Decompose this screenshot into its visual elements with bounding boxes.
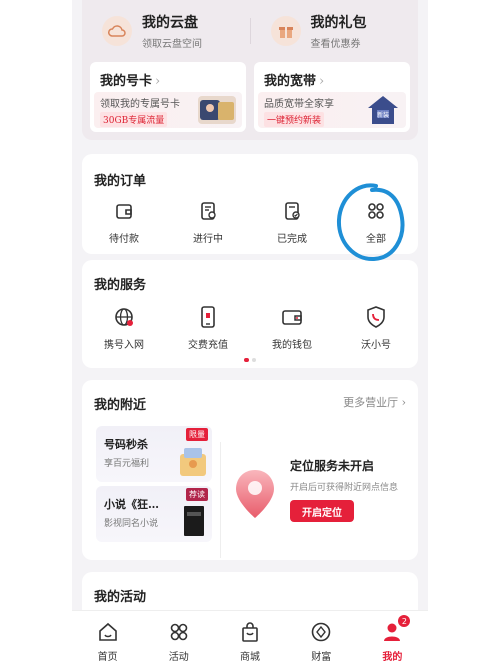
- broadband-title: 我的宽带 ›: [264, 74, 325, 89]
- activity-title: 我的活动: [94, 590, 147, 605]
- broadband-card[interactable]: 我的宽带 › 品质宽带全家享 一键预约新装 新装: [254, 62, 410, 132]
- wallet-icon: [279, 304, 305, 330]
- phone-pay-icon: [195, 304, 221, 330]
- simcard-card[interactable]: 我的号卡 › 领取我的专属号卡 30GB专属流量: [90, 62, 246, 132]
- chevron-right-icon: ›: [401, 396, 406, 409]
- services-grid: 携号入网 交费充值 我的钱包 沃小号: [82, 304, 418, 351]
- bottom-tab-bar: 首页 活动 商城 财富 2 我的: [72, 610, 428, 666]
- check-doc-icon: [279, 198, 305, 224]
- service-number-porting-label: 携号入网: [104, 340, 144, 351]
- chevron-right-icon: ›: [319, 74, 325, 89]
- bag-icon: [239, 621, 261, 643]
- location-title: 定位服务未开启: [290, 459, 375, 473]
- promo1-subtitle: 享百元福利: [104, 459, 150, 469]
- more-stores-link[interactable]: 更多营业厅 ›: [343, 394, 406, 410]
- dot: [252, 358, 256, 362]
- order-pending[interactable]: 待付款: [82, 198, 166, 245]
- service-wallet[interactable]: 我的钱包: [250, 304, 334, 351]
- tab-mall[interactable]: 商城: [214, 611, 285, 666]
- services-card: 我的服务 携号入网 交费充值 我的钱包 沃小号: [82, 260, 418, 368]
- order-completed-label: 已完成: [277, 234, 307, 245]
- gift-icon: [270, 16, 301, 46]
- gift-title: 我的礼包: [310, 15, 367, 31]
- broadband-desc: 品质宽带全家享: [264, 99, 334, 110]
- simcard-tag: 30GB专属流量: [100, 112, 168, 127]
- order-pending-label: 待付款: [109, 234, 139, 245]
- tab-activity-label: 活动: [168, 652, 189, 663]
- tab-mine[interactable]: 2 我的: [357, 611, 428, 666]
- service-recharge[interactable]: 交费充值: [166, 304, 250, 351]
- broadband-tag: 一键预约新装: [264, 112, 325, 127]
- tab-mine-label: 我的: [382, 652, 403, 663]
- order-in-progress-label: 进行中: [193, 234, 223, 245]
- chevron-right-icon: ›: [155, 74, 161, 89]
- my-cloud-entry[interactable]: 我的云盘 领取云盘空间: [82, 6, 250, 56]
- service-number-porting[interactable]: 携号入网: [82, 304, 166, 351]
- top-row: 我的云盘 领取云盘空间 我的礼包 查看优惠券: [82, 6, 418, 56]
- order-completed[interactable]: 已完成: [250, 198, 334, 245]
- tab-wealth[interactable]: 财富: [286, 611, 357, 666]
- divider: [220, 442, 221, 558]
- dot-active: [244, 358, 249, 362]
- promo2-subtitle: 影视同名小说: [104, 519, 159, 529]
- wallet-icon: [111, 198, 137, 224]
- tab-mall-label: 商城: [240, 652, 260, 663]
- enable-location-button[interactable]: 开启定位: [290, 500, 354, 522]
- promo2-title: 小说《狂…: [104, 498, 159, 511]
- cloud-subtitle: 领取云盘空间: [142, 39, 202, 50]
- nearby-card: 我的附近 更多营业厅 › 号码秒杀 享百元福利 限量 小说《狂… 影视同名小说 …: [82, 380, 418, 560]
- notification-badge: 2: [398, 615, 411, 627]
- service-wo-xiaohao-label: 沃小号: [361, 340, 391, 351]
- simcard-image: [198, 96, 236, 124]
- broadband-strip: 品质宽带全家享 一键预约新装 新装: [258, 92, 406, 128]
- grid-icon: [168, 621, 190, 643]
- simcard-strip: 领取我的专属号卡 30GB专属流量: [94, 92, 242, 128]
- gift-subtitle: 查看优惠券: [310, 39, 361, 50]
- tab-home[interactable]: 首页: [72, 611, 143, 666]
- page-dots: [82, 358, 418, 362]
- promo1-image: [178, 444, 208, 478]
- clock-doc-icon: [195, 198, 221, 224]
- promo2-badge: 荐读: [186, 488, 208, 501]
- globe-icon: [111, 304, 137, 330]
- service-wo-xiaohao[interactable]: 沃小号: [334, 304, 418, 351]
- phone-screen: 我的云盘 领取云盘空间 我的礼包 查看优惠券 我的号卡 › 领取我的专属号卡 3…: [72, 0, 428, 666]
- service-wallet-label: 我的钱包: [272, 340, 312, 351]
- nearby-title: 我的附近: [94, 398, 147, 413]
- top-section: 我的云盘 领取云盘空间 我的礼包 查看优惠券 我的号卡 › 领取我的专属号卡 3…: [82, 0, 418, 140]
- order-in-progress[interactable]: 进行中: [166, 198, 250, 245]
- service-recharge-label: 交费充值: [188, 340, 228, 351]
- cloud-icon: [102, 16, 132, 46]
- shield-phone-icon: [363, 304, 389, 330]
- orders-title: 我的订单: [94, 174, 147, 189]
- simcard-title: 我的号卡 ›: [100, 74, 161, 89]
- location-pin-icon: [232, 468, 278, 522]
- promo-novel[interactable]: 小说《狂… 影视同名小说 荐读: [96, 486, 212, 542]
- tab-activity[interactable]: 活动: [143, 611, 214, 666]
- promo1-badge: 限量: [186, 428, 208, 441]
- promo2-image: [178, 504, 208, 538]
- simcard-desc: 领取我的专属号卡: [100, 99, 180, 110]
- promo-number-flash-sale[interactable]: 号码秒杀 享百元福利 限量: [96, 426, 212, 482]
- tab-wealth-label: 财富: [311, 652, 332, 663]
- annotation-circle: [336, 183, 405, 262]
- home-icon: [97, 621, 119, 643]
- promo1-title: 号码秒杀: [104, 438, 148, 451]
- location-subtitle: 开启后可获得附近网点信息: [290, 483, 399, 493]
- services-title: 我的服务: [94, 278, 147, 293]
- coin-icon: [310, 621, 332, 643]
- tab-home-label: 首页: [97, 652, 118, 663]
- cloud-title: 我的云盘: [142, 15, 198, 31]
- house-label: 新装: [377, 111, 389, 119]
- my-gift-entry[interactable]: 我的礼包 查看优惠券: [251, 6, 419, 56]
- house-icon: 新装: [366, 94, 400, 126]
